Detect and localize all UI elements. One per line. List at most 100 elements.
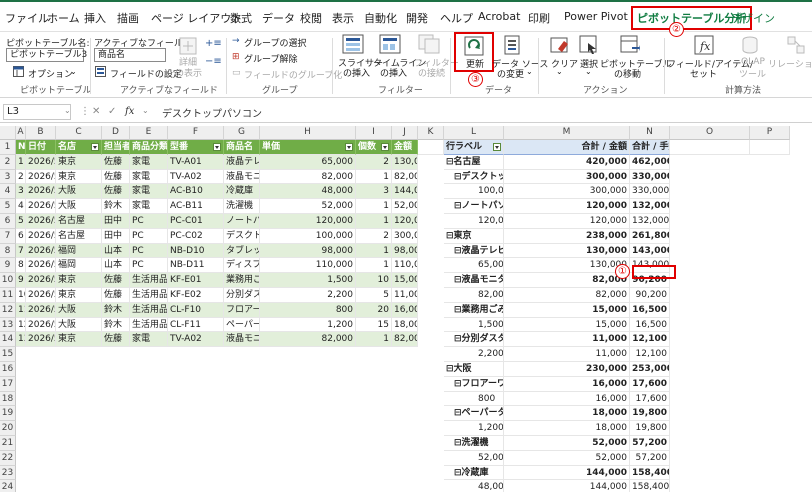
column-header-b[interactable]: B	[26, 126, 56, 140]
column-header-i[interactable]: I	[356, 126, 392, 140]
table-cell[interactable]: 10	[356, 273, 392, 288]
pivot-value-cell[interactable]: 11,000	[504, 347, 630, 362]
table-cell[interactable]: 20	[356, 302, 392, 318]
pivot-value-cell[interactable]: 18,000	[504, 421, 630, 436]
select-chevron-icon[interactable]: ⌄	[585, 67, 592, 76]
table-cell[interactable]: 鈴木	[102, 302, 130, 318]
row-header-12[interactable]: 12	[0, 302, 16, 318]
table-cell[interactable]: 液晶モニター	[224, 332, 260, 348]
pivot-value-cell[interactable]: 132,000	[630, 199, 670, 214]
cancel-icon[interactable]: ✕	[92, 106, 100, 117]
pivot-value-cell[interactable]: 52,000	[504, 450, 630, 466]
insert-function-icon[interactable]: fx	[125, 106, 134, 117]
table-cell[interactable]: 鈴木	[102, 199, 130, 214]
table-cell[interactable]: 110,000	[260, 258, 356, 274]
table-cell[interactable]: 冷蔵庫	[224, 184, 260, 200]
table-cell[interactable]: 2	[356, 154, 392, 170]
row-header-20[interactable]: 20	[0, 421, 16, 436]
table-cell[interactable]: 12	[16, 317, 26, 333]
row-header-2[interactable]: 2	[0, 154, 16, 170]
pivot-value-cell[interactable]: 300,000	[504, 184, 630, 200]
table-cell[interactable]: 業務用ごみ袋	[224, 273, 260, 288]
pivot-value-cell[interactable]: 16,500	[630, 302, 670, 318]
slicer-button-2[interactable]: の挿入	[343, 66, 370, 79]
clear-chevron-icon[interactable]: ⌄	[556, 67, 563, 76]
table-cell[interactable]: 洗濯機	[224, 199, 260, 214]
table-cell[interactable]: 65,000	[260, 154, 356, 170]
pivot-value-cell[interactable]: 300,000	[504, 169, 630, 185]
table-cell[interactable]: 16,000	[392, 302, 418, 318]
row-header-8[interactable]: 8	[0, 243, 16, 259]
table-cell[interactable]: 東京	[56, 288, 102, 303]
table-header-cell[interactable]: 商品分類	[130, 140, 168, 155]
options-chevron-icon[interactable]: ⌄	[70, 67, 77, 76]
table-cell[interactable]: 生活用品	[130, 317, 168, 333]
menu-review[interactable]: 校閲	[300, 10, 322, 26]
pivot-header-cell[interactable]: 合計 / 金額	[504, 140, 630, 155]
table-cell[interactable]: CL-F11	[168, 317, 224, 333]
menu-acrobat[interactable]: Acrobat	[478, 10, 520, 23]
row-header-4[interactable]: 4	[0, 184, 16, 200]
table-cell[interactable]: PC-C01	[168, 214, 224, 229]
table-cell[interactable]: 800	[260, 302, 356, 318]
pivot-row-label[interactable]: 1,200	[444, 421, 504, 436]
table-cell[interactable]: 名古屋	[56, 228, 102, 244]
ungroup-button[interactable]: グループ解除	[244, 52, 297, 65]
row-header-14[interactable]: 14	[0, 332, 16, 348]
fx-chevron-icon[interactable]: ⌄	[142, 106, 149, 115]
table-cell[interactable]: 8	[16, 258, 26, 274]
pivot-row-label[interactable]: ⊟業務用ごみ袋	[444, 302, 504, 318]
table-cell[interactable]: TV-A02	[168, 332, 224, 348]
menu-automate[interactable]: 自動化	[364, 10, 397, 26]
pivot-filter-dropdown-icon[interactable]	[493, 143, 501, 151]
drill-down-label-2[interactable]: の表示	[175, 66, 202, 79]
row-header-1[interactable]: 1	[0, 140, 16, 155]
table-cell[interactable]: 2026/5/4	[26, 258, 56, 274]
table-cell[interactable]: 2026/5/6	[26, 302, 56, 318]
table-cell[interactable]: 1,500	[260, 273, 356, 288]
table-cell[interactable]: 山本	[102, 258, 130, 274]
pivot-value-cell[interactable]: 12,100	[630, 332, 670, 348]
table-header-cell[interactable]: 日付	[26, 140, 56, 155]
table-cell[interactable]: 2026/5/5	[26, 288, 56, 303]
table-cell[interactable]: 144,000	[392, 184, 418, 200]
pivot-value-cell[interactable]: 144,000	[504, 480, 630, 492]
table-cell[interactable]: 2026/5/2	[26, 199, 56, 214]
table-header-cell[interactable]: 個数	[356, 140, 392, 155]
group-selection-button[interactable]: グループの選択	[244, 36, 306, 49]
table-cell[interactable]: 東京	[56, 154, 102, 170]
table-cell[interactable]: 大阪	[56, 317, 102, 333]
table-cell[interactable]: 2026/5/6	[26, 317, 56, 333]
table-cell[interactable]: 100,000	[260, 228, 356, 244]
table-cell[interactable]: 山本	[102, 243, 130, 259]
table-cell[interactable]: 3	[16, 184, 26, 200]
pivot-value-cell[interactable]: 130,000	[504, 243, 630, 259]
row-header-11[interactable]: 11	[0, 288, 16, 303]
menu-print[interactable]: 印刷	[528, 10, 550, 26]
table-cell[interactable]: KF-E01	[168, 273, 224, 288]
pivot-row-label[interactable]: 800	[444, 391, 504, 407]
column-header-o[interactable]: O	[670, 126, 750, 140]
table-cell[interactable]: 110,000	[392, 258, 418, 274]
row-header-5[interactable]: 5	[0, 199, 16, 214]
table-cell[interactable]: 2026/5/6	[26, 332, 56, 348]
table-cell[interactable]: 佐藤	[102, 332, 130, 348]
table-cell[interactable]: 4	[16, 199, 26, 214]
table-cell[interactable]: NB-D10	[168, 243, 224, 259]
table-cell[interactable]: フロアーワックス	[224, 302, 260, 318]
table-cell[interactable]: 52,000	[392, 199, 418, 214]
pivot-value-cell[interactable]: 16,500	[630, 317, 670, 333]
menu-help[interactable]: ヘルプ	[440, 10, 473, 26]
menu-power-pivot[interactable]: Power Pivot	[564, 10, 628, 23]
table-cell[interactable]: 家電	[130, 169, 168, 185]
pivot-value-cell[interactable]: 143,000	[630, 243, 670, 259]
table-cell[interactable]: 佐藤	[102, 154, 130, 170]
table-cell[interactable]: 1	[356, 169, 392, 185]
pivot-row-label[interactable]: ⊟名古屋	[444, 154, 504, 170]
name-box[interactable]: L3	[3, 104, 71, 120]
empty-cell[interactable]	[418, 140, 444, 155]
table-cell[interactable]: 9	[16, 273, 26, 288]
table-cell[interactable]: 2026/5/4	[26, 243, 56, 259]
pivot-row-label[interactable]: ⊟東京	[444, 228, 504, 244]
pivot-row-label[interactable]: 65,000	[444, 258, 504, 274]
